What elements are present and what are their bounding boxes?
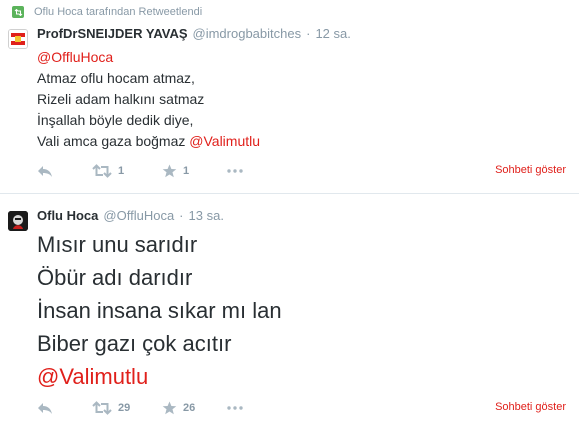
favorite-count: 26 <box>183 402 196 414</box>
retweet-count: 29 <box>118 402 131 414</box>
show-conversation-link[interactable]: Sohbeti göster <box>495 401 566 413</box>
reply-icon <box>38 166 52 177</box>
tweet-line: Mısır unu sarıdır <box>37 232 198 257</box>
tweet-timestamp[interactable]: 12 sa. <box>315 26 350 41</box>
show-conversation-link[interactable]: Sohbeti göster <box>495 164 566 176</box>
tweet-text: @OffluHoca Atmaz oflu hocam atmaz, Rizel… <box>37 47 260 152</box>
tweet-actions: 29 26 <box>37 399 257 417</box>
tweet-line: İnsan insana sıkar mı lan <box>37 298 282 323</box>
reply-button[interactable] <box>37 401 92 415</box>
tweet-timestamp[interactable]: 13 sa. <box>189 208 224 223</box>
tweet-line: @OffluHoca <box>37 47 260 68</box>
author-fullname[interactable]: Oflu Hoca <box>37 208 98 223</box>
author-username[interactable]: @imdrogbabitches <box>193 26 302 41</box>
tweet-line: @Valimutlu <box>37 360 282 393</box>
author-username[interactable]: @OffluHoca <box>103 208 174 223</box>
more-dots-icon <box>227 169 243 173</box>
tweet-line: İnşallah böyle dedik diye, <box>37 112 194 128</box>
tweet-header: Oflu Hoca @OffluHoca · 13 sa. <box>37 208 224 223</box>
avatar[interactable] <box>8 29 28 49</box>
tweet-line: Biber gazı çok acıtır <box>37 331 232 356</box>
tweet-line: Rizeli adam halkını satmaz <box>37 91 205 107</box>
more-dots-icon <box>227 406 243 410</box>
star-icon <box>162 164 177 178</box>
mention-link[interactable]: @Valimutlu <box>189 133 260 149</box>
tweet-line-text: Vali amca gaza boğmaz <box>37 133 190 149</box>
favorite-button[interactable]: 1 <box>162 164 227 178</box>
more-button[interactable] <box>227 169 257 173</box>
more-button[interactable] <box>227 406 257 410</box>
author-fullname[interactable]: ProfDrSNEIJDER YAVAŞ <box>37 26 188 41</box>
favorite-button[interactable]: 26 <box>162 401 227 415</box>
tweet-line: Öbür adı darıdır <box>37 265 193 290</box>
tweet-header: ProfDrSNEIJDER YAVAŞ @imdrogbabitches · … <box>37 26 351 41</box>
tweet-card[interactable]: Oflu Hoca @OffluHoca · 13 sa. Mısır unu … <box>0 193 579 425</box>
reply-icon <box>38 403 52 414</box>
star-icon <box>162 401 177 415</box>
tweet-line: Vali amca gaza boğmaz @Valimutlu <box>37 131 260 152</box>
tweet-line: Atmaz oflu hocam atmaz, <box>37 70 195 86</box>
retweet-icon <box>92 401 112 415</box>
separator-dot: · <box>179 208 184 223</box>
tweet-card[interactable]: ProfDrSNEIJDER YAVAŞ @imdrogbabitches · … <box>0 0 579 193</box>
retweet-count: 1 <box>118 165 125 177</box>
separator-dot: · <box>306 26 311 41</box>
retweet-button[interactable]: 29 <box>92 401 162 415</box>
favorite-count: 1 <box>183 165 190 177</box>
reply-button[interactable] <box>37 164 92 178</box>
mention-link[interactable]: @OffluHoca <box>37 49 113 65</box>
tweet-text: Mısır unu sarıdır Öbür adı darıdır İnsan… <box>37 228 282 393</box>
mention-link[interactable]: @Valimutlu <box>37 364 148 389</box>
retweet-icon <box>92 164 112 178</box>
retweet-button[interactable]: 1 <box>92 164 162 178</box>
avatar[interactable] <box>8 211 28 231</box>
tweet-actions: 1 1 <box>37 162 257 180</box>
